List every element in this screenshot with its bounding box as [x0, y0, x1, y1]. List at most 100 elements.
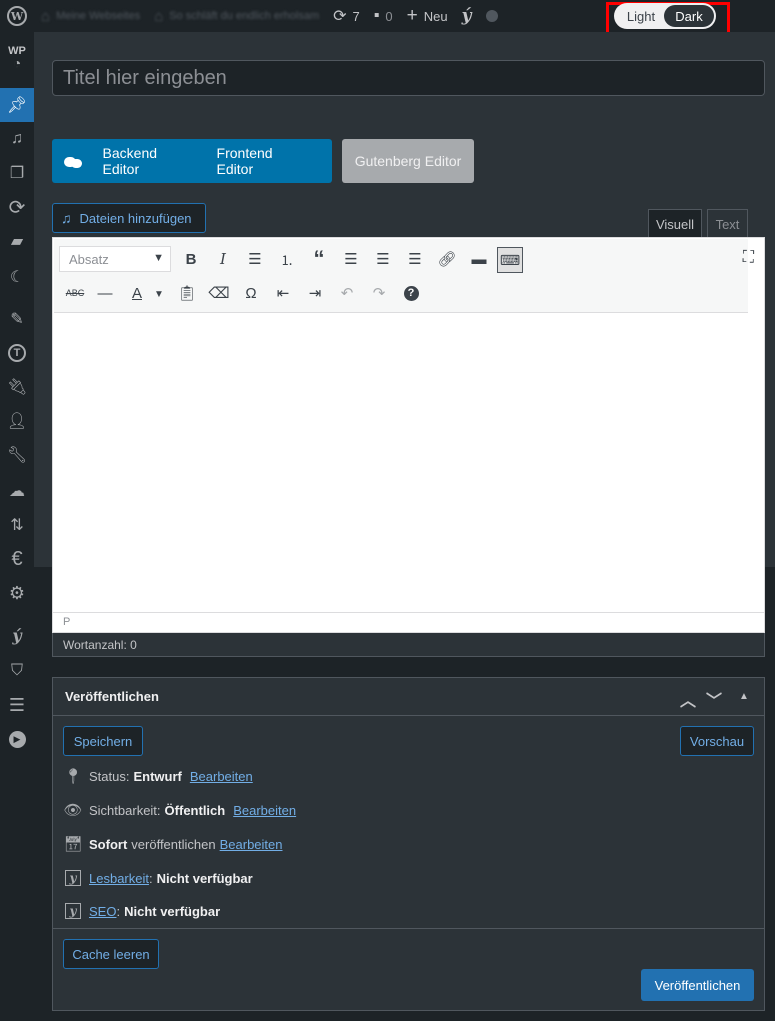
yoast-icon: ý — [12, 625, 22, 645]
sidebar-item-appearance[interactable]: ✎ — [0, 302, 34, 336]
horizontal-line-button[interactable]: — — [93, 281, 117, 305]
status-edit-link[interactable]: Bearbeiten — [190, 769, 253, 784]
text-color-dropdown[interactable]: ▼ — [147, 282, 171, 306]
move-up-button[interactable]: ︿ — [680, 687, 696, 711]
quote-button[interactable]: “ — [307, 246, 331, 271]
text-color-button[interactable]: A — [125, 281, 149, 305]
post-title-input[interactable] — [52, 60, 765, 96]
wordpress-logo-button[interactable]: W — [0, 0, 34, 32]
plug-icon: 🔌︎ — [6, 379, 28, 396]
updates-count: 7 — [352, 8, 360, 24]
chevron-down-icon: ▼ — [153, 252, 164, 264]
editor-toolbar: Absatz ▼ B I ☰ ⒈ “ ☰ ☰ ☰ 🔗︎ ▬ ⌨ ABC — A … — [54, 239, 748, 313]
sidebar-item-yoast[interactable]: ý — [0, 618, 34, 652]
element-path: P — [52, 613, 765, 633]
sidebar-item-users[interactable]: 👤︎ — [0, 404, 34, 438]
italic-button[interactable]: I — [211, 247, 235, 271]
sidebar-item-media-player[interactable]: ▶ — [0, 722, 34, 756]
align-right-button[interactable]: ☰ — [403, 247, 427, 271]
format-select[interactable]: Absatz ▼ — [59, 246, 171, 272]
sidebar-item-import[interactable]: ⇅ — [0, 508, 34, 542]
clear-cache-button[interactable]: Cache leeren — [63, 939, 159, 969]
sidebar-item-dashboard[interactable]: WP ◔ — [0, 40, 34, 76]
schedule-edit-link[interactable]: Bearbeiten — [220, 837, 283, 852]
sidebar-item-payments[interactable]: € — [0, 542, 34, 576]
paste-text-button[interactable]: 📋︎ — [175, 281, 199, 305]
media-icon: ♫ — [11, 130, 23, 147]
editor-content-area[interactable] — [53, 314, 764, 614]
new-content-link[interactable]: + Neu — [400, 0, 455, 32]
fullscreen-icon: ⛶ — [742, 249, 754, 266]
word-count: Wortanzahl: 0 — [52, 633, 765, 657]
tab-visual[interactable]: Visuell — [648, 209, 702, 238]
sidebar-item-dark-mode[interactable]: ☾ — [0, 260, 34, 294]
sidebar-item-comments[interactable]: ▰ — [0, 224, 34, 258]
publish-title: Veröffentlichen — [65, 689, 159, 704]
sidebar-item-security[interactable]: ⛉ — [0, 654, 34, 688]
backend-editor-button[interactable]: Backend Editor — [103, 145, 191, 177]
toolbar-toggle-button[interactable]: ⌨ — [497, 247, 523, 273]
site-name-link[interactable]: ⌂ Meine Webseites — [34, 0, 147, 32]
tab-text[interactable]: Text — [707, 209, 748, 238]
add-media-button[interactable]: ♫ Dateien hinzufügen — [52, 203, 206, 233]
visibility-value: Öffentlich — [164, 802, 226, 818]
gear-icon: ⚙ — [8, 582, 26, 603]
save-draft-button[interactable]: Speichern — [63, 726, 143, 756]
readability-link[interactable]: Lesbarkeit — [89, 871, 149, 886]
pages-icon: ❐ — [9, 165, 25, 182]
comments-link[interactable]: ▪ 0 — [367, 0, 400, 32]
publish-button[interactable]: Veröffentlichen — [641, 969, 754, 1001]
redo-button[interactable]: ↷ — [367, 281, 391, 305]
sidebar-item-plugins[interactable]: 🔌︎ — [0, 370, 34, 404]
menu-icon: ☰ — [8, 694, 26, 715]
italic-icon: I — [220, 250, 226, 268]
readability-value: Nicht verfügbar — [156, 870, 253, 886]
seo-score-indicator[interactable] — [479, 0, 505, 32]
seo-value: Nicht verfügbar — [124, 903, 221, 919]
strikethrough-button[interactable]: ABC — [63, 281, 87, 305]
collapse-button[interactable]: ▲ — [739, 691, 749, 702]
visibility-edit-link[interactable]: Bearbeiten — [233, 803, 296, 818]
sidebar-item-posts[interactable]: 📌︎ — [0, 88, 34, 122]
fullscreen-button[interactable]: ⛶ — [743, 249, 754, 267]
page-link[interactable]: ⌂ So schläft du endlich erholsam — [147, 0, 326, 32]
sidebar-item-media[interactable]: ♫ — [0, 122, 34, 156]
preview-button[interactable]: Vorschau — [680, 726, 754, 756]
indent-button[interactable]: ⇥ — [303, 281, 327, 305]
sidebar-item-settings[interactable]: ⚙ — [0, 576, 34, 610]
updates-link[interactable]: ⟳ 7 — [326, 0, 367, 32]
special-chars-button[interactable]: Ω — [239, 281, 263, 305]
sidebar-item-pages[interactable]: ❐ — [0, 156, 34, 190]
sidebar-item-menu[interactable]: ☰ — [0, 688, 34, 722]
frontend-editor-button[interactable]: Frontend Editor — [217, 145, 306, 177]
bold-button[interactable]: B — [179, 247, 203, 271]
yoast-menu[interactable]: ý — [455, 0, 479, 32]
gutenberg-editor-button[interactable]: Gutenberg Editor — [342, 139, 474, 183]
align-left-button[interactable]: ☰ — [339, 247, 363, 271]
status-dot-icon — [485, 10, 498, 22]
numbered-list-button[interactable]: ⒈ — [275, 247, 299, 271]
text-color-icon: A — [131, 284, 142, 302]
outdent-button[interactable]: ⇤ — [271, 281, 295, 305]
theme-toggle[interactable]: Light Dark — [614, 3, 716, 29]
help-button[interactable]: ? — [399, 281, 423, 305]
seo-link[interactable]: SEO — [89, 904, 116, 919]
sidebar-item-cloud[interactable]: ☁ — [0, 474, 34, 508]
bullet-list-button[interactable]: ☰ — [243, 247, 267, 271]
align-center-button[interactable]: ☰ — [371, 247, 395, 271]
theme-dark-option[interactable]: Dark — [664, 5, 714, 27]
undo-button[interactable]: ↶ — [335, 281, 359, 305]
sidebar-item-sync[interactable]: ⟳ — [0, 190, 34, 224]
moon-icon: ☾ — [9, 269, 25, 286]
clear-formatting-button[interactable]: ⌫ — [207, 281, 231, 305]
link-button[interactable]: 🔗︎ — [435, 247, 459, 271]
comments-count: 0 — [385, 8, 393, 24]
move-down-button[interactable]: ﹀ — [706, 687, 722, 711]
publish-box: Veröffentlichen ︿ ﹀ ▲ Speichern Vorschau… — [52, 677, 765, 1011]
plus-icon: + — [406, 5, 418, 26]
sidebar-item-tools[interactable]: 🔧︎ — [0, 438, 34, 472]
read-more-button[interactable]: ▬ — [467, 247, 491, 271]
theme-light-option[interactable]: Light — [614, 9, 664, 24]
horizontal-line-icon: — — [97, 284, 113, 302]
sidebar-item-theme[interactable]: T — [0, 336, 34, 370]
